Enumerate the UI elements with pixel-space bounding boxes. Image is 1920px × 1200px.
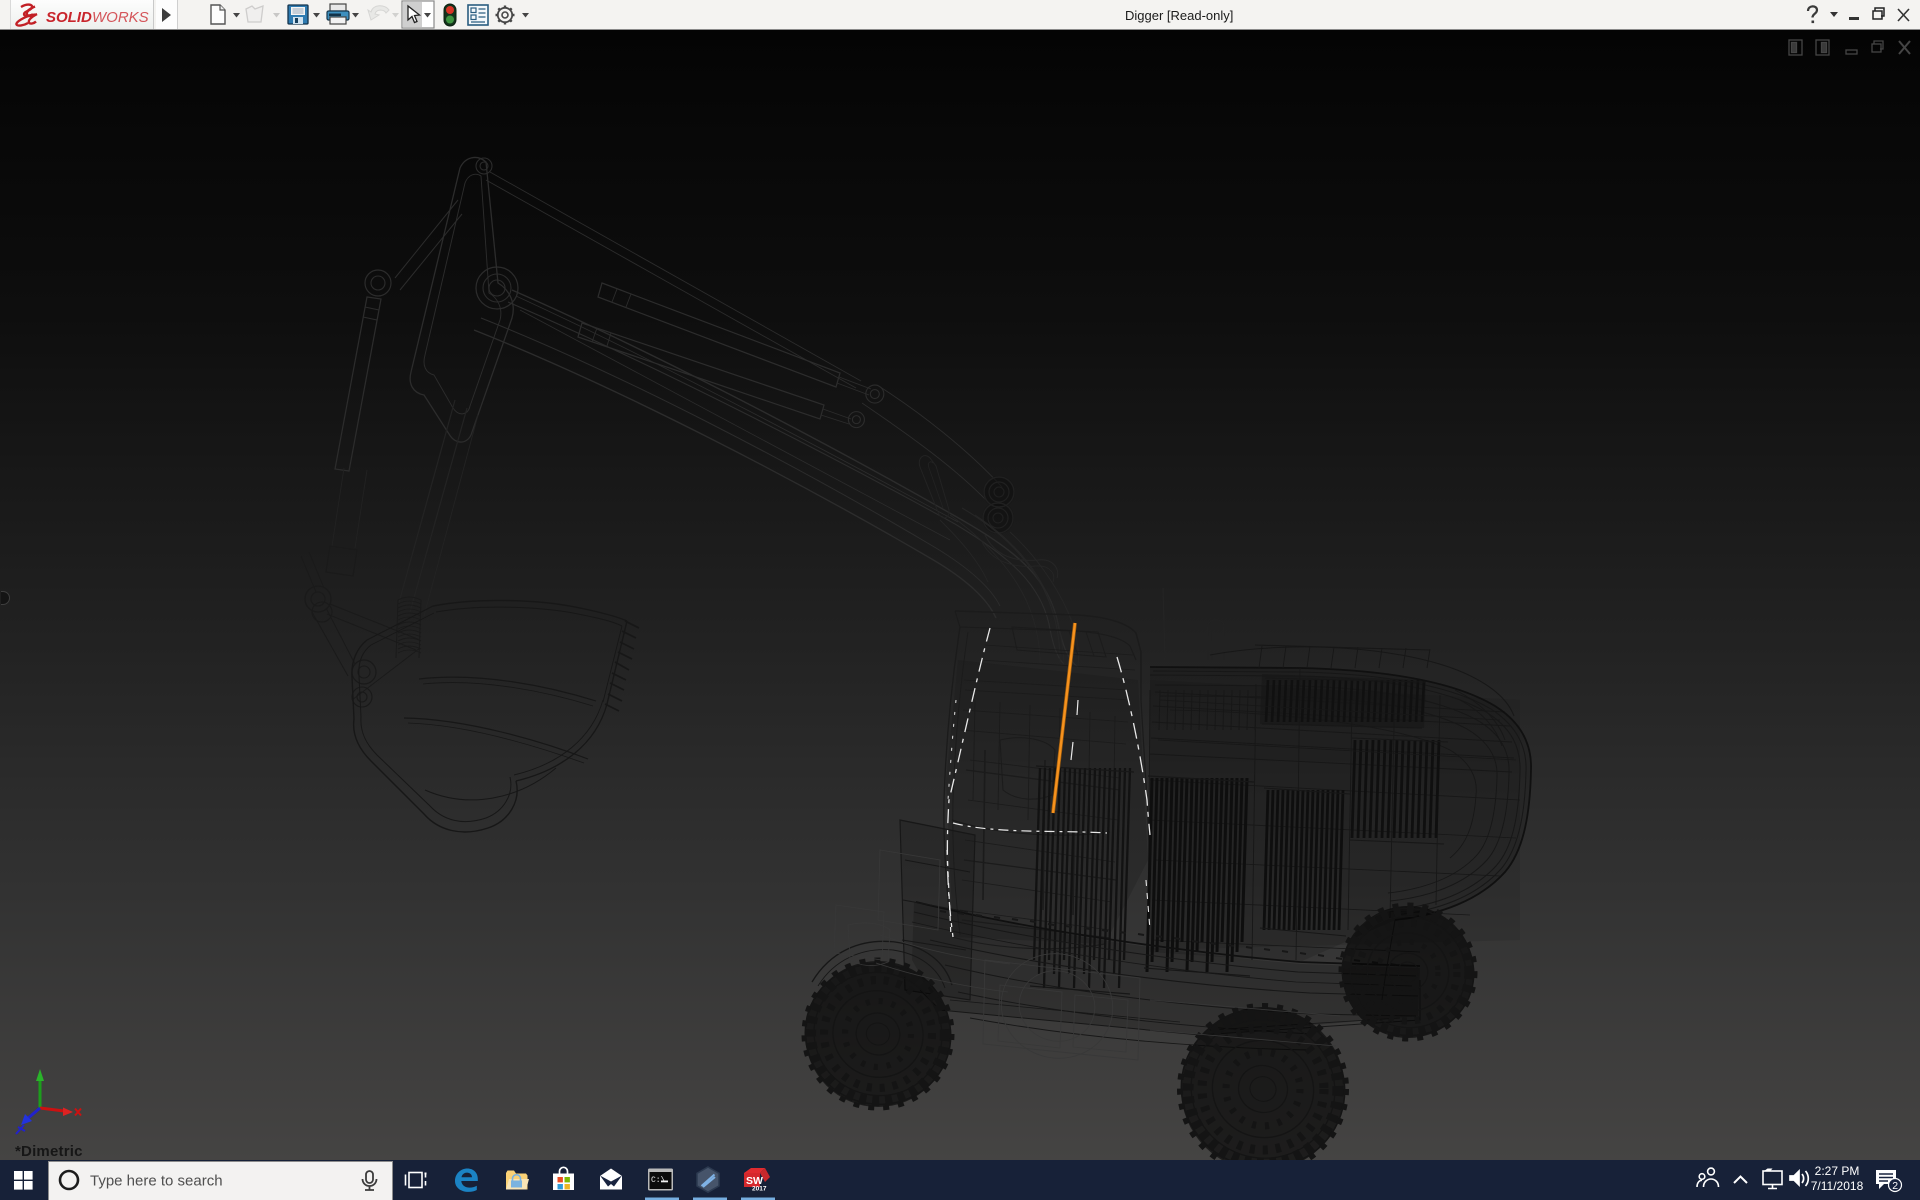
svg-text:WORKS: WORKS bbox=[92, 9, 149, 26]
svg-text:Type here to search: Type here to search bbox=[90, 1173, 223, 1190]
svg-text:SOLID: SOLID bbox=[46, 9, 92, 26]
svg-text:2: 2 bbox=[1892, 1180, 1898, 1192]
svg-text:2017: 2017 bbox=[752, 1186, 767, 1193]
